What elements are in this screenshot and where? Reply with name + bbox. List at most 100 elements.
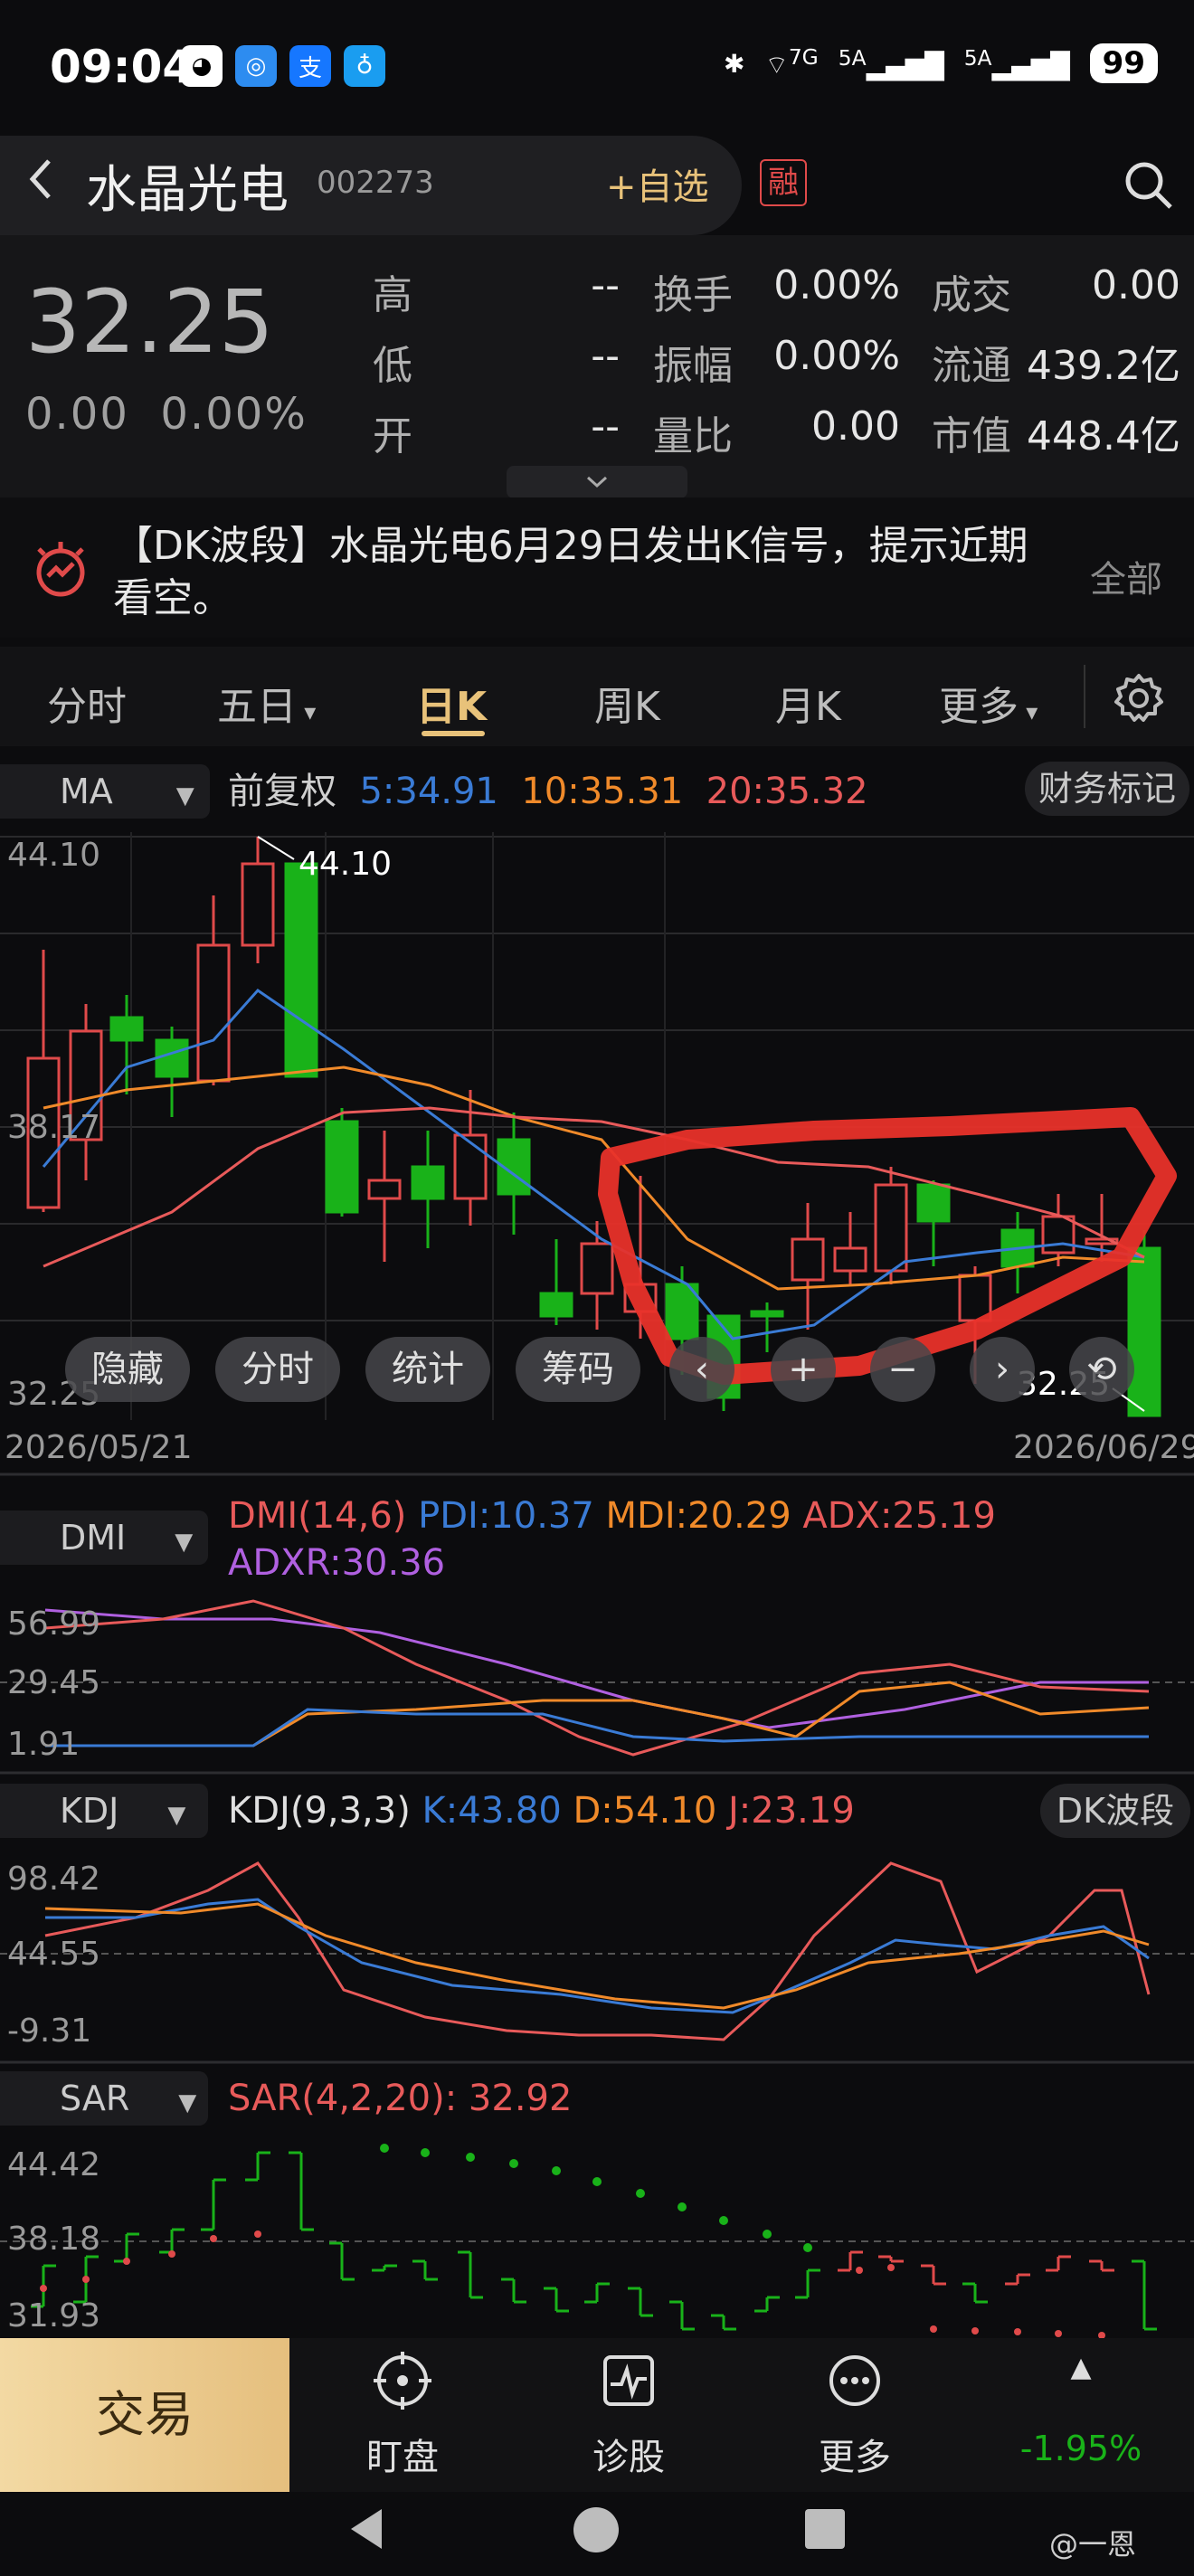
watch-button[interactable]: 盯盘 xyxy=(339,2352,466,2480)
quote-value: 448.4亿 xyxy=(1027,413,1180,459)
kdj-y-bottom: -9.31 xyxy=(7,2012,92,2050)
dk-band-button[interactable]: DK波段 xyxy=(1040,1784,1190,1838)
search-button[interactable] xyxy=(1122,158,1176,216)
mdi-value: MDI:20.29 xyxy=(605,1495,791,1537)
network-label: 5A xyxy=(963,45,992,71)
quote-label: 振幅 xyxy=(653,343,733,389)
kdj-y-top: 98.42 xyxy=(7,1861,101,1898)
chart-settings-button[interactable] xyxy=(1113,672,1165,728)
tab-label: 更多 xyxy=(939,684,1019,730)
tab-daily-k[interactable]: 日K xyxy=(416,674,487,732)
dmi-indicator-select[interactable]: DMI ▼ xyxy=(0,1511,208,1565)
scroll-left-button[interactable]: ‹ xyxy=(669,1337,734,1402)
intraday-button[interactable]: 分时 xyxy=(215,1337,340,1402)
sar-y-bottom: 31.93 xyxy=(7,2297,101,2334)
nav-recents-button[interactable] xyxy=(803,2507,847,2554)
candle-body xyxy=(325,1120,359,1214)
date-end: 2026/06/29 xyxy=(1013,1429,1194,1466)
reset-icon: ⟲ xyxy=(1086,1349,1117,1390)
network-label: 5A xyxy=(838,45,867,71)
alipay-icon: 支 xyxy=(289,45,331,87)
quote-label: 高 xyxy=(373,272,412,318)
candle-body xyxy=(874,1183,908,1273)
price-change: 0.00 0.00% xyxy=(25,389,308,440)
sar-dot xyxy=(763,2230,772,2239)
candle-body xyxy=(580,1242,614,1295)
reset-button[interactable]: ⟲ xyxy=(1069,1337,1134,1402)
tab-intraday[interactable]: 分时 xyxy=(47,674,127,732)
sar-dot xyxy=(380,2144,389,2153)
signal-icon: 5A▂▄▆█ xyxy=(963,45,1070,81)
minus-icon: − xyxy=(887,1349,918,1390)
nav-home-button[interactable] xyxy=(572,2505,621,2558)
hide-button[interactable]: 隐藏 xyxy=(65,1337,190,1402)
chips-button[interactable]: 筹码 xyxy=(516,1337,640,1402)
candle-body xyxy=(411,1165,445,1200)
sar-indicator-select[interactable]: SAR ▼ xyxy=(0,2071,208,2126)
sar-dot xyxy=(421,2148,430,2157)
quote-value: 0.00% xyxy=(773,333,900,379)
signal-icon xyxy=(32,538,90,605)
scroll-right-button[interactable]: › xyxy=(970,1337,1035,1402)
tab-weekly-k[interactable]: 周K xyxy=(594,674,660,732)
dmi-y-top: 56.99 xyxy=(7,1605,101,1643)
tab-monthly-k[interactable]: 月K xyxy=(775,674,841,732)
sar-dot xyxy=(254,2230,261,2238)
statistics-button[interactable]: 统计 xyxy=(365,1337,490,1402)
pdi-line xyxy=(45,1708,1149,1747)
indicator-name: KDJ xyxy=(60,1791,119,1831)
candle-body xyxy=(241,862,275,947)
qq-icon: ◕ xyxy=(181,45,223,87)
add-watchlist-button[interactable]: +自选 xyxy=(606,157,709,210)
dmi-y-bottom: 1.91 xyxy=(7,1726,81,1763)
more-button[interactable]: 更多 xyxy=(791,2352,918,2480)
dropdown-icon: ▾ xyxy=(297,699,317,726)
sar-dot xyxy=(930,2325,937,2333)
sar-dot xyxy=(856,2267,863,2274)
adxr-value: ADXR:30.36 xyxy=(228,1542,446,1584)
candle-body xyxy=(750,1310,784,1318)
high-marker: 44.10 xyxy=(298,846,393,883)
candle-body xyxy=(453,1133,488,1200)
expand-quote-button[interactable] xyxy=(507,466,687,498)
index-ticker[interactable]: ▲ -1.95% xyxy=(986,2352,1176,2468)
kdj-y-mid: 44.55 xyxy=(7,1936,101,1973)
zoom-out-button[interactable]: − xyxy=(870,1337,935,1402)
stock-name: 水晶光电 xyxy=(86,161,289,220)
high-pointer xyxy=(257,836,295,860)
trade-button[interactable]: 交易 xyxy=(0,2338,289,2492)
j-value: J:23.19 xyxy=(728,1790,855,1832)
dmi-legend: DMI(14,6) PDI:10.37 MDI:20.29 ADX:25.19 … xyxy=(228,1492,1187,1586)
quote-label: 开 xyxy=(373,413,412,459)
nav-back-button[interactable] xyxy=(346,2505,387,2556)
notice-all-link[interactable]: 全部 xyxy=(1090,550,1162,602)
dropdown-icon: ▼ xyxy=(178,2089,197,2117)
quote-value: 0.00 xyxy=(1092,262,1180,308)
kline-y-top: 44.10 xyxy=(7,837,101,874)
tab-label: 五日 xyxy=(217,684,297,730)
battery-icon: 99 xyxy=(1089,43,1158,83)
sar-dot xyxy=(552,2166,561,2175)
kdj-indicator-select[interactable]: KDJ ▼ xyxy=(0,1784,208,1838)
k-value: K:43.80 xyxy=(422,1790,562,1832)
status-time: 09:04 xyxy=(50,41,194,93)
back-button[interactable] xyxy=(27,152,54,215)
tab-more[interactable]: 更多 ▾ xyxy=(939,674,1038,732)
candle-body xyxy=(916,1183,951,1223)
kline-y-mid: 38.17 xyxy=(7,1109,101,1146)
diagnose-button[interactable]: 诊股 xyxy=(565,2352,692,2480)
plus-icon: + xyxy=(788,1349,819,1390)
sar-dot xyxy=(803,2243,812,2252)
candle-body xyxy=(958,1274,992,1322)
tab-indicator xyxy=(422,731,485,736)
tab-five-day[interactable]: 五日 ▾ xyxy=(217,674,316,732)
tab-divider xyxy=(1084,665,1085,728)
candle-body xyxy=(109,1016,144,1042)
quote-label: 成交 xyxy=(932,272,1011,318)
candle-body xyxy=(1127,1246,1161,1417)
zoom-in-button[interactable]: + xyxy=(771,1337,836,1402)
candle-body xyxy=(833,1246,867,1273)
margin-badge[interactable]: 融 xyxy=(760,159,807,206)
quote-value: -- xyxy=(591,333,620,379)
quote-value: -- xyxy=(591,262,620,308)
